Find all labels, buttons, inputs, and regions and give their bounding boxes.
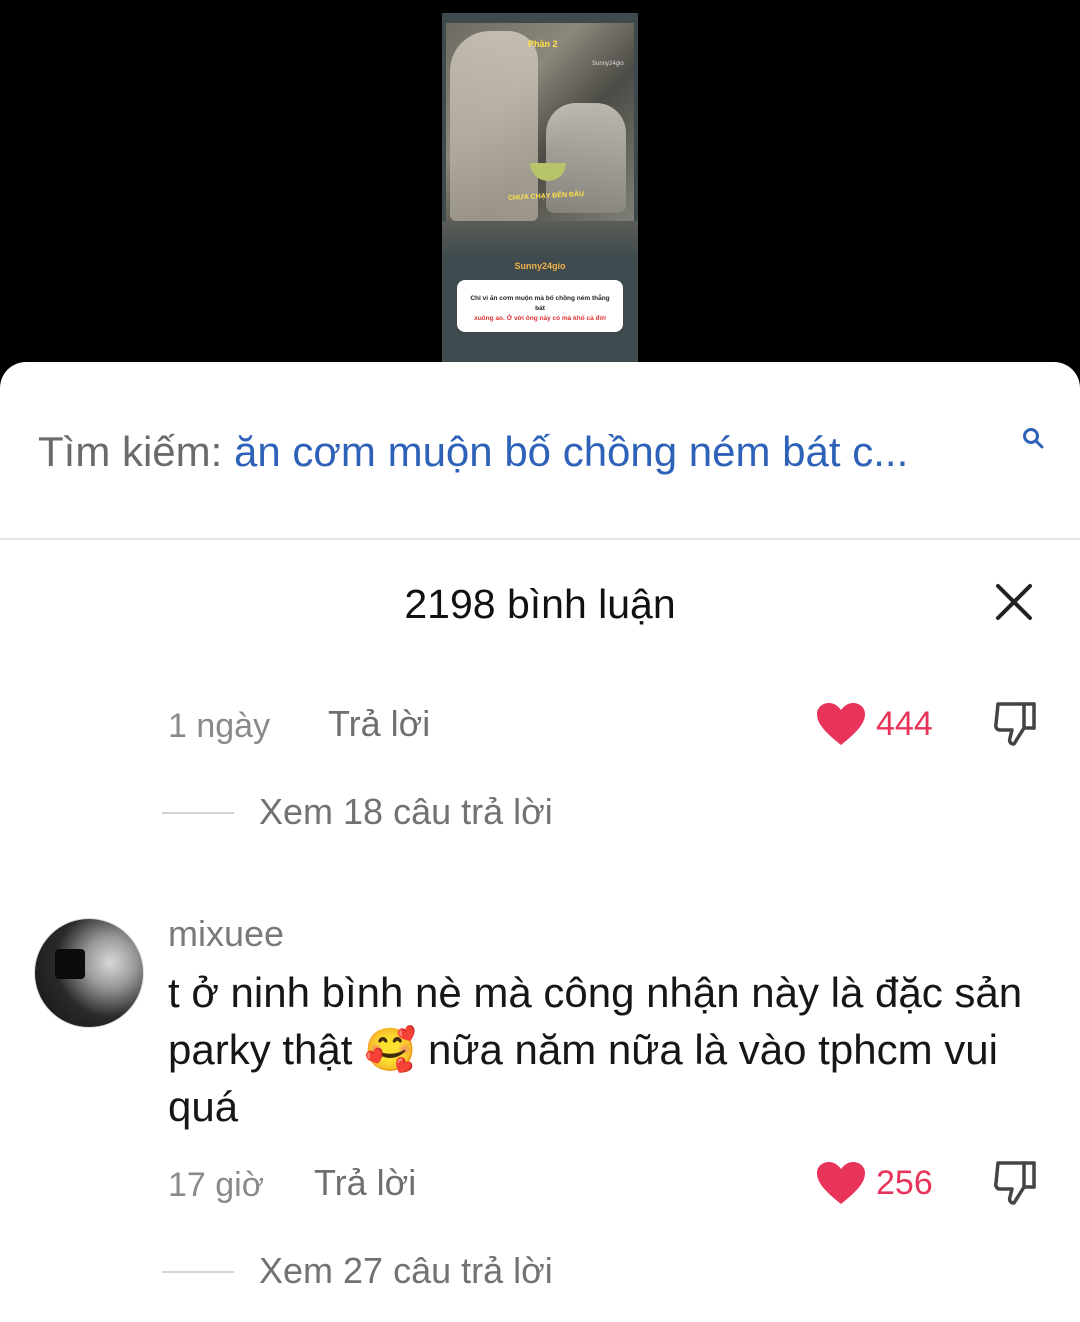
video-caption-box: Chỉ vì ăn cơm muộn mà bố chồng ném thẳng… [457, 280, 623, 332]
video-caption-line1: Chỉ vì ăn cơm muộn mà bố chồng ném thẳng… [470, 295, 610, 312]
like-button[interactable]: 256 [816, 1159, 956, 1207]
like-count: 444 [876, 705, 933, 743]
comment-time: 1 ngày [168, 707, 271, 745]
search-icon[interactable] [1021, 426, 1045, 450]
like-button[interactable]: 444 [816, 700, 956, 748]
dislike-icon[interactable] [992, 700, 1038, 748]
video-part-label: Phần 2 [528, 39, 558, 49]
like-count: 256 [876, 1164, 933, 1202]
heart-icon [817, 703, 865, 745]
replies-divider-line [162, 812, 234, 814]
reply-button[interactable]: Trả lời [328, 704, 430, 744]
avatar[interactable] [34, 918, 144, 1028]
video-thumbnail[interactable]: Phần 2 Sunny24gio CHƯA CHẠY ĐẾN ĐÂU Sunn… [442, 13, 638, 373]
dislike-icon[interactable] [992, 1159, 1038, 1207]
comment-time: 17 giờ [168, 1166, 265, 1204]
comments-header: 2198 bình luận [0, 574, 1080, 634]
video-frame: Phần 2 Sunny24gio CHƯA CHẠY ĐẾN ĐÂU [446, 23, 634, 221]
search-suggestion-bar[interactable]: Tìm kiếm: ăn cơm muộn bố chồng ném bát c… [0, 362, 1080, 540]
comment-username[interactable]: mixuee [168, 914, 284, 954]
heart-icon [817, 1162, 865, 1204]
replies-divider-line [162, 1271, 234, 1273]
search-prefix: Tìm kiếm: [38, 428, 234, 475]
video-area: Phần 2 Sunny24gio CHƯA CHẠY ĐẾN ĐÂU Sunn… [0, 0, 1080, 390]
video-blur-band [442, 221, 638, 261]
video-brand: Sunny24gio [514, 261, 566, 271]
comment-meta-row: 1 ngày Trả lời 444 [168, 700, 1048, 750]
comment-text: t ở ninh bình nè mà công nhận này là đặc… [168, 969, 1023, 1130]
avatar-shape [55, 949, 85, 979]
comment-meta-row: 17 giờ Trả lời 256 [168, 1159, 1048, 1209]
view-replies-label: Xem 27 câu trả lời [259, 1250, 553, 1291]
comments-sheet: Tìm kiếm: ăn cơm muộn bố chồng ném bát c… [0, 362, 1080, 1322]
comments-count: 2198 bình luận [404, 581, 676, 627]
view-replies-button[interactable]: Xem 18 câu trả lời [162, 790, 762, 836]
video-caption-line2: xuống ao. Ở với ông này có mà khổ cả đời [474, 315, 606, 322]
search-suggestion-text[interactable]: Tìm kiếm: ăn cơm muộn bố chồng ném bát c… [38, 428, 908, 476]
view-replies-label: Xem 18 câu trả lời [259, 791, 553, 832]
video-watermark: Sunny24gio [592, 61, 624, 67]
search-query-link[interactable]: ăn cơm muộn bố chồng ném bát c... [234, 428, 908, 475]
close-icon[interactable] [994, 582, 1034, 622]
view-replies-button[interactable]: Xem 27 câu trả lời [162, 1249, 762, 1295]
video-person-shape [450, 31, 538, 221]
reply-button[interactable]: Trả lời [314, 1163, 416, 1203]
